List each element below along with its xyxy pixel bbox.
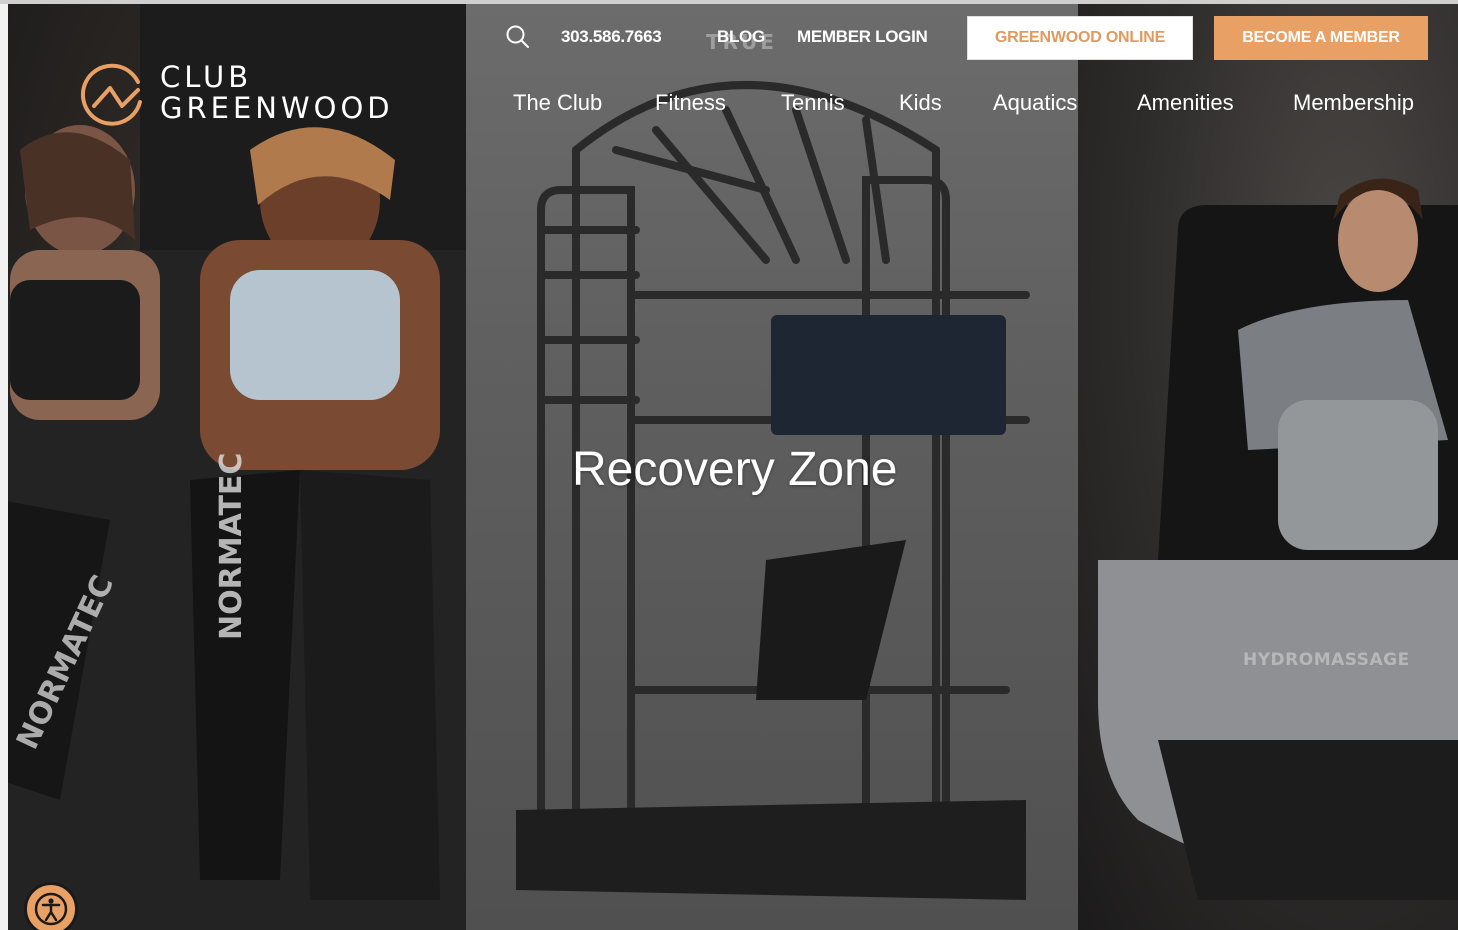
nav-item-aquatics[interactable]: Aquatics (993, 90, 1077, 116)
nav-item-the-club[interactable]: The Club (513, 90, 602, 116)
main-navigation: The Club Fitness Tennis Kids Aquatics Am… (0, 90, 1458, 122)
page-left-edge (0, 0, 8, 930)
search-button[interactable] (505, 24, 531, 50)
nav-item-fitness[interactable]: Fitness (655, 90, 726, 116)
nav-item-kids[interactable]: Kids (899, 90, 942, 116)
become-a-member-button[interactable]: BECOME A MEMBER (1214, 16, 1428, 60)
accessibility-icon (34, 892, 68, 926)
search-icon (506, 25, 529, 48)
nav-item-tennis[interactable]: Tennis (781, 90, 845, 116)
hero-panel-right-image: HYDROMASSAGE (1078, 0, 1458, 930)
nav-item-membership[interactable]: Membership (1293, 90, 1414, 116)
blog-link[interactable]: BLOG (717, 27, 765, 47)
hydromassage-illustration (1098, 178, 1458, 900)
normatec-label-right: NORMATEC (214, 452, 249, 640)
hydromassage-brand-label: HYDROMASSAGE (1243, 650, 1410, 670)
hero-title: Recovery Zone (572, 443, 898, 496)
greenwood-online-button[interactable]: GREENWOOD ONLINE (967, 16, 1193, 60)
nav-item-amenities[interactable]: Amenities (1137, 90, 1234, 116)
page-top-edge (0, 0, 1458, 4)
logo-line-1: CLUB (160, 60, 253, 94)
phone-link[interactable]: 303.586.7663 (561, 27, 662, 47)
hero-panel-left-image: NORMATEC NORMATEC (0, 0, 466, 930)
accessibility-button[interactable] (24, 882, 78, 930)
member-login-link[interactable]: MEMBER LOGIN (797, 27, 928, 47)
